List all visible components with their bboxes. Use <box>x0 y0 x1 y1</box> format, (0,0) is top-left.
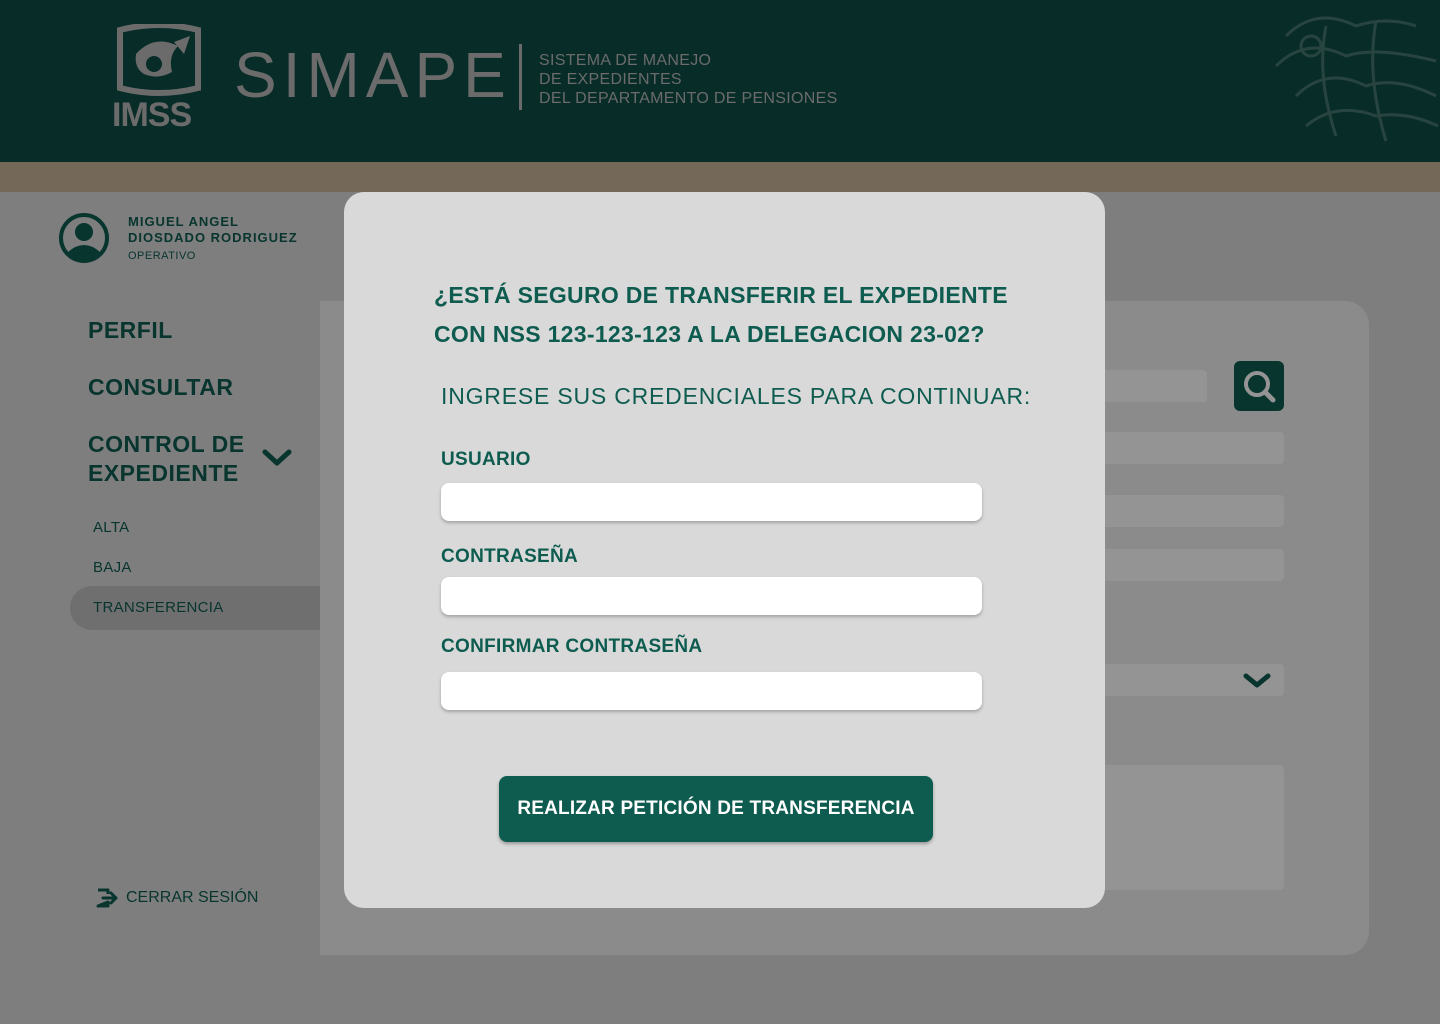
credentials-instruction: INGRESE SUS CREDENCIALES PARA CONTINUAR: <box>441 383 1032 409</box>
confirm-password-label: CONFIRMAR CONTRASEÑA <box>441 636 703 657</box>
confirm-password-field[interactable] <box>441 672 982 710</box>
password-label: CONTRASEÑA <box>441 546 579 567</box>
submit-transfer-button[interactable]: REALIZAR PETICIÓN DE TRANSFERENCIA <box>499 776 933 842</box>
confirm-question-line: CON NSS 123-123-123 A LA DELEGACION 23-0… <box>434 321 985 347</box>
username-label: USUARIO <box>441 449 531 470</box>
username-field[interactable] <box>441 483 982 521</box>
confirm-question: ¿ESTÁ SEGURO DE TRANSFERIR EL EXPEDIENTE… <box>434 276 1008 354</box>
confirm-question-line: ¿ESTÁ SEGURO DE TRANSFERIR EL EXPEDIENTE <box>434 282 1008 308</box>
transfer-confirm-modal: ¿ESTÁ SEGURO DE TRANSFERIR EL EXPEDIENTE… <box>344 192 1105 908</box>
password-field[interactable] <box>441 577 982 615</box>
